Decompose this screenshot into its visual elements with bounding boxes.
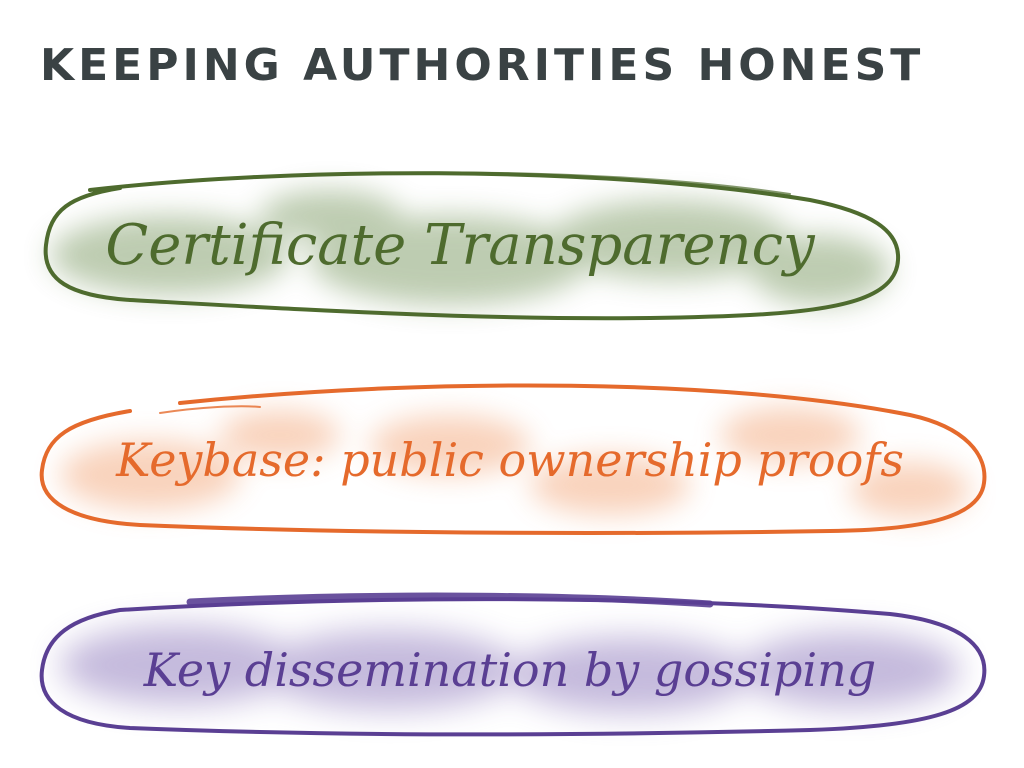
pill-label: Certificate Transparency — [105, 212, 815, 278]
page-title: KEEPING AUTHORITIES HONEST — [40, 40, 925, 91]
pill-key-dissemination: Key dissemination by gossiping — [30, 590, 990, 750]
pill-label: Key dissemination by gossiping — [143, 643, 877, 697]
pill-label: Keybase: public ownership proofs — [116, 433, 904, 487]
pill-certificate-transparency: Certificate Transparency — [30, 160, 910, 330]
pill-keybase: Keybase: public ownership proofs — [30, 375, 990, 545]
